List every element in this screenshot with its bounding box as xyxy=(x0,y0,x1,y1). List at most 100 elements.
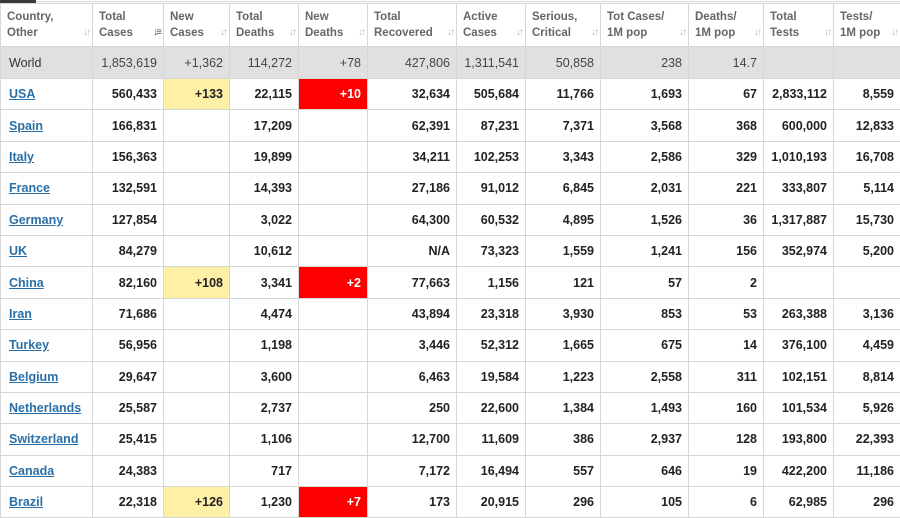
cell-total-deaths: 3,600 xyxy=(230,361,299,392)
column-header-label: New xyxy=(170,9,215,25)
cell-country: Turkey xyxy=(1,330,93,361)
country-link[interactable]: Belgium xyxy=(9,370,58,384)
sort-icon[interactable]: ↓↑ xyxy=(591,25,597,41)
column-header-tests-1m[interactable]: Tests/1M pop↓↑ xyxy=(834,4,900,47)
cell-tot-cases-1m: 1,493 xyxy=(601,392,689,423)
cell-total-recovered: 77,663 xyxy=(368,267,457,298)
cell-total-deaths: 114,272 xyxy=(230,47,299,79)
cell-tests-1m: 5,926 xyxy=(834,392,900,423)
sort-icon[interactable]: ↓↑ xyxy=(83,25,89,41)
country-link[interactable]: Spain xyxy=(9,119,43,133)
cell-tests-1m: 16,708 xyxy=(834,141,900,172)
sort-icon[interactable]: ↓↑ xyxy=(754,25,760,41)
cell-country: Switzerland xyxy=(1,424,93,455)
cell-tests-1m: 296 xyxy=(834,487,900,518)
country-link[interactable]: Italy xyxy=(9,150,34,164)
cell-total-recovered: 6,463 xyxy=(368,361,457,392)
country-link[interactable]: Switzerland xyxy=(9,432,78,446)
country-link[interactable]: Canada xyxy=(9,464,54,478)
cell-new-cases: +133 xyxy=(164,79,230,110)
covid-stats-table: Country,Other↓↑TotalCases↓≡NewCases↓↑Tot… xyxy=(0,3,900,518)
column-header-total-deaths[interactable]: TotalDeaths↓↑ xyxy=(230,4,299,47)
column-header-total-tests[interactable]: TotalTests↓↑ xyxy=(764,4,834,47)
country-link[interactable]: Iran xyxy=(9,307,32,321)
cell-deaths-1m: 53 xyxy=(689,298,764,329)
cell-tot-cases-1m: 105 xyxy=(601,487,689,518)
column-header-deaths-1m[interactable]: Deaths/1M pop↓↑ xyxy=(689,4,764,47)
cell-active-cases: 16,494 xyxy=(457,455,526,486)
sort-icon[interactable]: ↓↑ xyxy=(289,25,295,41)
sort-icon[interactable]: ↓↑ xyxy=(891,25,897,41)
cell-total-deaths: 3,022 xyxy=(230,204,299,235)
cell-deaths-1m: 329 xyxy=(689,141,764,172)
column-header-new-deaths[interactable]: NewDeaths↓↑ xyxy=(299,4,368,47)
cell-tot-cases-1m: 57 xyxy=(601,267,689,298)
cell-total-deaths: 3,341 xyxy=(230,267,299,298)
cell-new-deaths: +7 xyxy=(299,487,368,518)
column-header-total-recovered[interactable]: TotalRecovered↓↑ xyxy=(368,4,457,47)
column-header-label: Cases xyxy=(463,25,511,41)
cell-serious-critical: 1,665 xyxy=(526,330,601,361)
sort-icon[interactable]: ↓↑ xyxy=(679,25,685,41)
world-total-row: World1,853,619+1,362114,272+78427,8061,3… xyxy=(1,47,900,79)
sort-icon[interactable]: ↓↑ xyxy=(824,25,830,41)
country-link[interactable]: UK xyxy=(9,244,27,258)
cell-tot-cases-1m: 1,241 xyxy=(601,235,689,266)
country-link[interactable]: Brazil xyxy=(9,495,43,509)
cell-total-cases: 132,591 xyxy=(93,173,164,204)
cell-tests-1m xyxy=(834,47,900,79)
cell-total-deaths: 14,393 xyxy=(230,173,299,204)
column-header-label: Total xyxy=(99,9,149,25)
sort-active-icon[interactable]: ↓≡ xyxy=(153,25,160,41)
cell-tot-cases-1m: 1,526 xyxy=(601,204,689,235)
cell-new-deaths xyxy=(299,173,368,204)
country-link[interactable]: China xyxy=(9,276,44,290)
cell-total-cases: 127,854 xyxy=(93,204,164,235)
cell-total-deaths: 17,209 xyxy=(230,110,299,141)
country-link[interactable]: Netherlands xyxy=(9,401,81,415)
table-row: Belgium29,6473,6006,46319,5841,2232,5583… xyxy=(1,361,900,392)
cell-total-tests: 333,807 xyxy=(764,173,834,204)
cell-new-deaths xyxy=(299,424,368,455)
cell-total-recovered: 427,806 xyxy=(368,47,457,79)
cell-total-tests: 101,534 xyxy=(764,392,834,423)
cell-country: China xyxy=(1,267,93,298)
cell-total-tests: 193,800 xyxy=(764,424,834,455)
cell-tests-1m: 8,559 xyxy=(834,79,900,110)
cell-total-tests: 263,388 xyxy=(764,298,834,329)
country-link[interactable]: France xyxy=(9,181,50,195)
country-link[interactable]: Germany xyxy=(9,213,63,227)
cell-new-cases: +108 xyxy=(164,267,230,298)
country-link[interactable]: USA xyxy=(9,87,35,101)
cell-active-cases: 23,318 xyxy=(457,298,526,329)
table-row: Switzerland25,4151,10612,70011,6093862,9… xyxy=(1,424,900,455)
cell-deaths-1m: 19 xyxy=(689,455,764,486)
column-header-active-cases[interactable]: ActiveCases↓↑ xyxy=(457,4,526,47)
cell-tot-cases-1m: 646 xyxy=(601,455,689,486)
cell-total-recovered: 43,894 xyxy=(368,298,457,329)
cell-new-cases xyxy=(164,424,230,455)
column-header-new-cases[interactable]: NewCases↓↑ xyxy=(164,4,230,47)
cell-tests-1m: 4,459 xyxy=(834,330,900,361)
sort-icon[interactable]: ↓↑ xyxy=(358,25,364,41)
column-header-total-cases[interactable]: TotalCases↓≡ xyxy=(93,4,164,47)
cell-serious-critical: 11,766 xyxy=(526,79,601,110)
cell-total-deaths: 10,612 xyxy=(230,235,299,266)
column-header-label: Other xyxy=(7,25,78,41)
country-link[interactable]: Turkey xyxy=(9,338,49,352)
cell-country: World xyxy=(1,47,93,79)
sort-icon[interactable]: ↓↑ xyxy=(516,25,522,41)
column-header-tot-cases-1m[interactable]: Tot Cases/1M pop↓↑ xyxy=(601,4,689,47)
cell-new-deaths xyxy=(299,455,368,486)
sort-icon[interactable]: ↓↑ xyxy=(220,25,226,41)
cell-total-tests: 1,010,193 xyxy=(764,141,834,172)
column-header-country[interactable]: Country,Other↓↑ xyxy=(1,4,93,47)
cell-country: Iran xyxy=(1,298,93,329)
sort-icon[interactable]: ↓↑ xyxy=(447,25,453,41)
column-header-serious-critical[interactable]: Serious,Critical↓↑ xyxy=(526,4,601,47)
table-body: World1,853,619+1,362114,272+78427,8061,3… xyxy=(1,47,900,518)
cell-tot-cases-1m: 853 xyxy=(601,298,689,329)
cell-total-tests: 352,974 xyxy=(764,235,834,266)
cell-tests-1m: 8,814 xyxy=(834,361,900,392)
column-header-label: Serious, xyxy=(532,9,586,25)
